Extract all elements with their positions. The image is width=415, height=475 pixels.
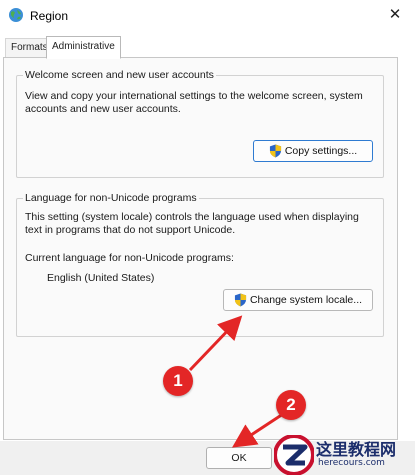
administrative-panel: Welcome screen and new user accounts Vie… — [3, 57, 398, 440]
change-system-locale-label: Change system locale... — [249, 294, 363, 306]
window-titlebar: Region ✕ — [0, 0, 415, 32]
non-unicode-group: Language for non-Unicode programs This s… — [16, 192, 384, 337]
copy-settings-button[interactable]: Copy settings... — [253, 140, 373, 162]
window-title: Region — [30, 9, 69, 23]
step-badge-1: 1 — [163, 366, 193, 396]
current-language-label: Current language for non-Unicode program… — [25, 252, 234, 264]
watermark-logo-icon — [274, 435, 314, 475]
ok-button[interactable]: OK — [206, 447, 272, 469]
tab-strip: Formats Administrative — [0, 36, 415, 59]
watermark-url: herecours.com — [318, 458, 385, 468]
step-badge-2: 2 — [276, 390, 306, 420]
copy-settings-label: Copy settings... — [284, 145, 358, 157]
uac-shield-icon — [234, 293, 247, 307]
tab-administrative[interactable]: Administrative — [46, 36, 121, 59]
welcome-screen-legend: Welcome screen and new user accounts — [23, 69, 216, 81]
non-unicode-description: This setting (system locale) controls th… — [25, 211, 359, 236]
change-system-locale-button[interactable]: Change system locale... — [223, 289, 373, 311]
non-unicode-legend: Language for non-Unicode programs — [23, 192, 199, 204]
close-icon: ✕ — [388, 6, 402, 23]
watermark-text: 这里教程网 — [316, 440, 397, 459]
current-language-value: English (United States) — [47, 272, 155, 284]
welcome-screen-description: View and copy your international setting… — [25, 90, 363, 115]
uac-shield-icon — [269, 144, 281, 158]
globe-icon — [9, 8, 23, 22]
close-button[interactable]: ✕ — [379, 2, 411, 28]
site-watermark: 这里教程网 herecours.com — [270, 433, 415, 475]
welcome-screen-group: Welcome screen and new user accounts Vie… — [16, 69, 384, 178]
